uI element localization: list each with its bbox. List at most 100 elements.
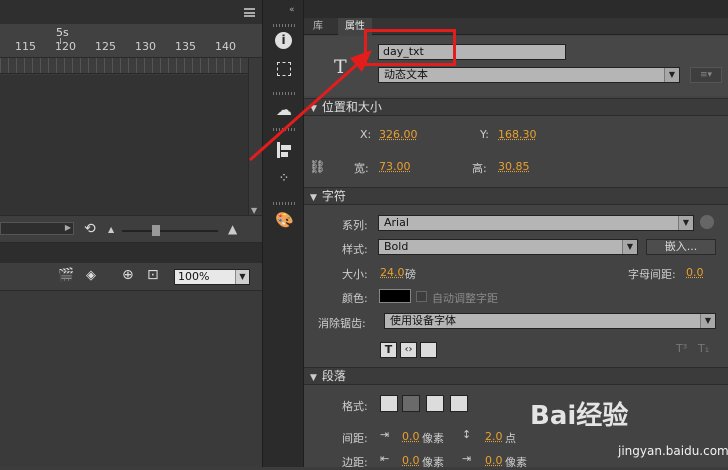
spacing-label: 间距: xyxy=(342,432,368,445)
chevron-down-icon: ▼ xyxy=(678,216,693,230)
annotation-arrow xyxy=(249,50,372,162)
format-label: 格式: xyxy=(342,400,368,413)
frame-row[interactable] xyxy=(0,58,248,74)
render-html-icon[interactable]: ‹› xyxy=(400,342,417,358)
right-margin-unit: 像素 xyxy=(505,456,527,469)
loop-icon[interactable]: ⟲ xyxy=(84,221,96,237)
size-label: 大小: xyxy=(342,268,368,281)
left-margin-icon: ⇤ xyxy=(380,452,390,465)
line-spacing-icon: ↕ xyxy=(462,428,472,441)
collapse-triangle-icon: ▼ xyxy=(310,373,317,383)
subscript-icon[interactable]: T₁ xyxy=(698,342,716,358)
watermark-url: jingyan.baidu.com xyxy=(618,444,728,458)
ruler-label: 140 xyxy=(215,40,236,53)
ruler-label: 125 xyxy=(95,40,116,53)
ruler-label: 115 xyxy=(15,40,36,53)
y-label: Y: xyxy=(480,128,489,141)
zoom-select[interactable]: 100% ▼ xyxy=(174,269,250,285)
edit-symbol-icon[interactable]: ◈ xyxy=(86,268,96,283)
line-spacing-unit: 点 xyxy=(505,432,516,445)
x-value[interactable]: 326.00 xyxy=(379,128,418,141)
antialias-value: 使用设备字体 xyxy=(390,314,456,327)
font-family-select[interactable]: Arial ▼ xyxy=(378,215,694,231)
right-margin-value[interactable]: 0.0 xyxy=(485,454,503,467)
antialias-select[interactable]: 使用设备字体 ▼ xyxy=(384,313,716,329)
justify-button[interactable] xyxy=(450,395,468,412)
align-right-button[interactable] xyxy=(426,395,444,412)
text-color-swatch[interactable] xyxy=(379,289,411,303)
timeline-ruler[interactable]: 5s 115 120 125 130 135 140 xyxy=(0,24,262,58)
edit-scene-icon[interactable]: 🎬 xyxy=(58,268,74,283)
line-spacing-value[interactable]: 2.0 xyxy=(485,430,503,443)
font-family-value: Arial xyxy=(384,216,409,229)
style-label: 样式: xyxy=(342,243,368,256)
indent-unit: 像素 xyxy=(422,432,444,445)
width-value[interactable]: 73.00 xyxy=(379,160,411,173)
embed-button[interactable]: 嵌入... xyxy=(646,239,716,255)
margin-label: 边距: xyxy=(342,456,368,469)
tab-library[interactable]: 库 xyxy=(306,18,330,35)
y-value[interactable]: 168.30 xyxy=(498,128,537,141)
ruler-label: 120 xyxy=(55,40,76,53)
superscript-icon[interactable]: T³ xyxy=(676,342,694,358)
size-unit: 磅 xyxy=(405,268,416,281)
height-label: 高: xyxy=(472,162,487,175)
text-orientation-button[interactable]: ≡▾ xyxy=(690,67,722,83)
letter-spacing-value[interactable]: 0.0 xyxy=(686,266,704,279)
collapse-triangle-icon: ▼ xyxy=(310,193,317,203)
selectable-text-icon[interactable]: T xyxy=(380,342,397,358)
size-value[interactable]: 24.0 xyxy=(380,266,405,279)
border-icon[interactable] xyxy=(420,342,437,358)
clip-stage-icon[interactable]: ⊡ xyxy=(147,267,159,283)
chevron-down-icon: ▼ xyxy=(664,68,679,82)
right-margin-icon: ⇥ xyxy=(462,452,472,465)
section-header-character[interactable]: ▼ 字符 xyxy=(304,187,728,205)
chevron-down-icon: ▼ xyxy=(622,240,637,254)
layer-frames[interactable] xyxy=(0,75,248,215)
swatches-icon[interactable]: 🎨 xyxy=(275,211,294,229)
text-type-value: 动态文本 xyxy=(384,68,428,81)
zoom-in-icon[interactable]: ▲ xyxy=(228,222,237,236)
zoom-out-icon[interactable]: ▲ xyxy=(108,225,114,234)
ruler-label: 130 xyxy=(135,40,156,53)
timeline-zoom-slider[interactable] xyxy=(122,225,218,236)
ruler-label: 135 xyxy=(175,40,196,53)
section-title: 段落 xyxy=(321,369,346,383)
font-style-value: Bold xyxy=(384,240,409,253)
align-left-button[interactable] xyxy=(380,395,398,412)
section-title: 字符 xyxy=(321,189,346,203)
collapse-icon[interactable]: « xyxy=(289,5,295,15)
timeline-hscroll[interactable]: ▶ xyxy=(0,222,74,235)
time-marker: 5s xyxy=(56,26,69,39)
baidu-watermark: Bai经验 xyxy=(530,401,629,431)
letter-spacing-label: 字母间距: xyxy=(628,268,676,281)
timeline-panel: 5s 115 120 125 130 135 140 ▼ ⟲ ▲ ▲ ▶ 🎬 ◈… xyxy=(0,0,262,467)
antialias-label: 消除锯齿: xyxy=(318,317,366,330)
motion-presets-icon[interactable]: ⁘ xyxy=(275,170,293,188)
chevron-down-icon: ▼ xyxy=(700,314,715,328)
indent-icon: ⇥ xyxy=(380,428,390,441)
chevron-down-icon: ▼ xyxy=(235,270,249,284)
auto-kern-checkbox[interactable] xyxy=(416,291,427,302)
stage-area[interactable] xyxy=(0,291,262,467)
timeline-header xyxy=(0,0,262,24)
zoom-value: 100% xyxy=(178,270,210,283)
dock-grip[interactable] xyxy=(273,202,295,205)
properties-topbar xyxy=(304,0,728,18)
globe-icon[interactable] xyxy=(700,215,714,229)
text-type-select[interactable]: 动态文本 ▼ xyxy=(378,67,680,83)
height-value[interactable]: 30.85 xyxy=(498,160,530,173)
indent-value[interactable]: 0.0 xyxy=(402,430,420,443)
align-center-button[interactable] xyxy=(402,395,420,412)
color-label: 颜色: xyxy=(342,292,368,305)
auto-kern-label: 自动调整字距 xyxy=(432,292,498,305)
panel-menu-icon[interactable] xyxy=(244,8,255,17)
left-margin-value[interactable]: 0.0 xyxy=(402,454,420,467)
font-style-select[interactable]: Bold ▼ xyxy=(378,239,638,255)
stage-tabbar xyxy=(0,243,262,263)
left-margin-unit: 像素 xyxy=(422,456,444,469)
section-header-paragraph[interactable]: ▼ 段落 xyxy=(304,367,728,385)
family-label: 系列: xyxy=(342,219,368,232)
dock-grip[interactable] xyxy=(273,24,295,27)
center-stage-icon[interactable]: ⊕ xyxy=(122,267,134,283)
